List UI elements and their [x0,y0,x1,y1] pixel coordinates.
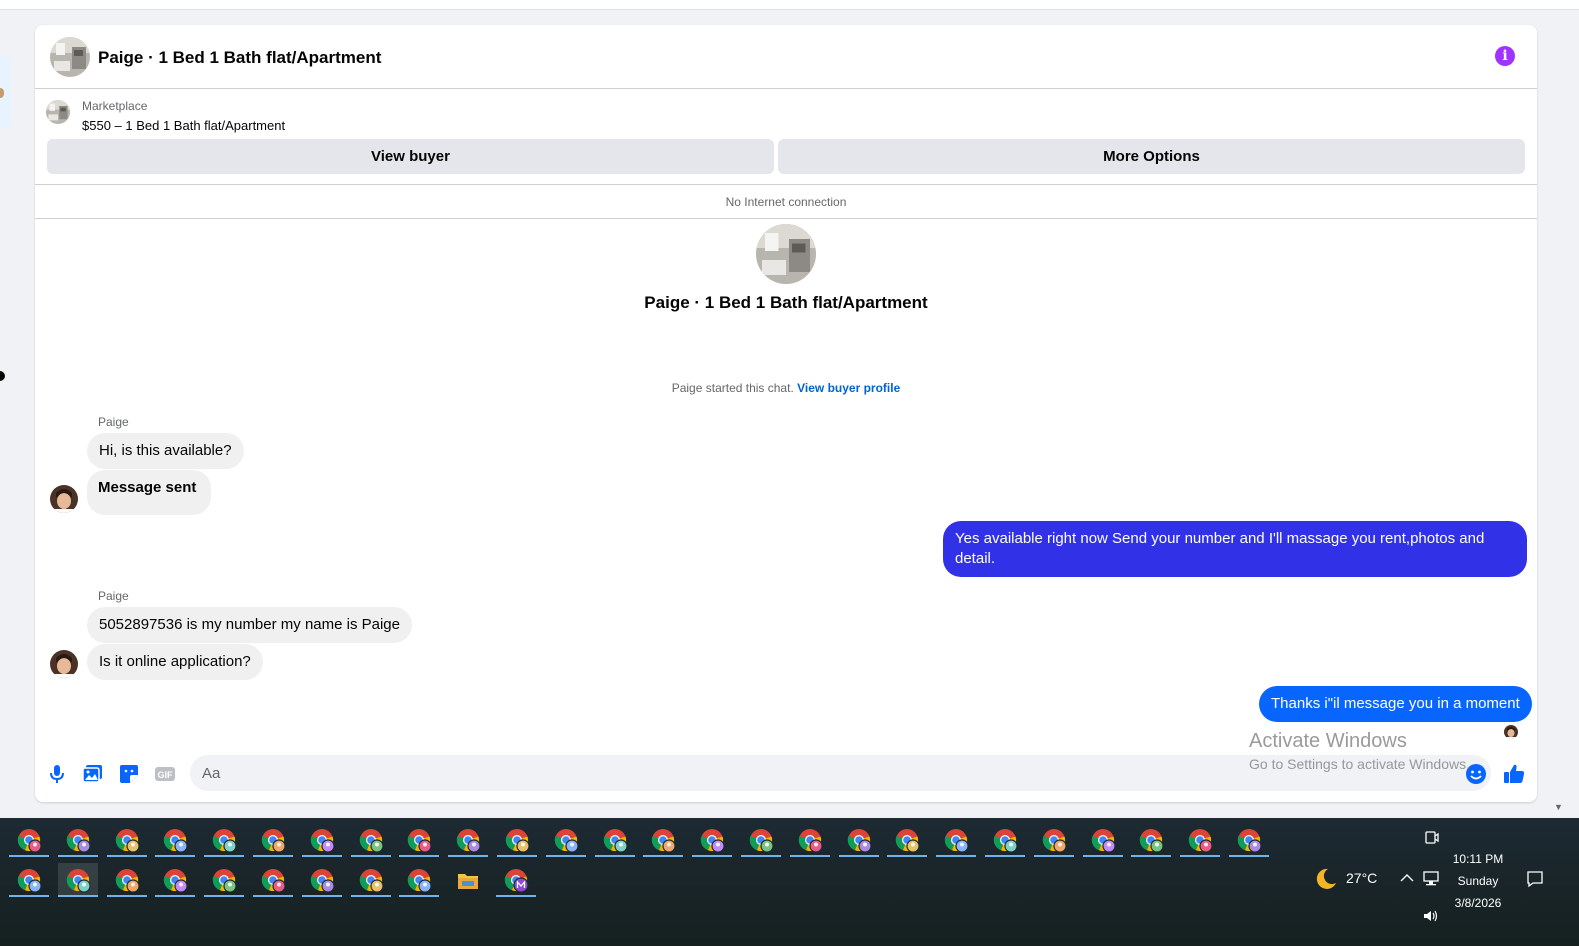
moon-icon[interactable] [1313,866,1339,892]
sender-avatar[interactable] [50,650,78,678]
info-icon[interactable]: i [1495,46,1515,66]
taskbar-chrome-icon[interactable] [1180,823,1221,857]
clock-time: 10:11 PM [1452,852,1504,866]
chat-window: Paige · 1 Bed 1 Bath flat/Apartment i Ma… [35,25,1537,802]
taskbar-clock[interactable]: 10:11 PM Sunday 3/8/2026 [1440,848,1516,914]
scroll-down-arrow-icon[interactable]: ▼ [1554,802,1563,812]
taskbar-chrome-icon[interactable] [887,823,928,857]
seen-receipt-avatar [1504,725,1518,739]
taskbar-chrome-icon[interactable] [301,863,342,897]
taskbar-chrome-icon[interactable] [9,823,49,857]
chat-started-notice: Paige started this chat. View buyer prof… [35,381,1537,395]
intro-listing-avatar [756,224,816,284]
taskbar-chrome-icon[interactable] [838,823,879,857]
taskbar-chrome-icon[interactable] [789,823,830,857]
message-sender: Paige [98,589,129,603]
listing-avatar[interactable] [50,37,90,77]
taskbar-chrome-icon[interactable] [106,823,147,857]
taskbar-chrome-icon[interactable] [448,823,489,857]
view-buyer-button[interactable]: View buyer [47,139,774,174]
message-sender: Paige [98,415,129,429]
taskbar-chrome-icon[interactable] [350,823,391,857]
chat-started-text: Paige started this chat. [671,381,794,395]
speaker-icon[interactable] [1422,908,1440,924]
taskbar-chrome-icon[interactable] [399,863,440,897]
incoming-message[interactable]: Hi, is this available? [87,433,244,469]
taskbar-chrome-icon[interactable] [1229,823,1269,857]
taskbar-chrome-icon[interactable] [57,823,98,857]
meet-now-icon[interactable] [1424,829,1440,847]
taskbar-chrome-icon[interactable] [301,823,342,857]
photo-icon[interactable] [80,761,106,787]
thumbs-up-icon[interactable] [1501,761,1527,787]
taskbar-chrome-icon[interactable] [399,823,440,857]
clock-date: 3/8/2026 [1454,896,1502,910]
incoming-message[interactable]: 5052897536 is my number my name is Paige [87,607,412,643]
taskbar-chrome-icon[interactable] [985,823,1025,857]
taskbar-chrome-icon[interactable] [350,863,391,897]
taskbar-chrome-icon[interactable] [155,823,196,857]
chevron-up-icon[interactable] [1399,871,1415,885]
network-icon[interactable] [1422,869,1440,887]
incoming-message[interactable]: Is it online application? [87,644,263,680]
taskbar-chrome-icon[interactable] [936,823,977,857]
browser-top-strip [0,0,1579,10]
svg-text:GIF: GIF [158,770,174,780]
taskbar-chrome-icon[interactable] [545,823,586,857]
intro-title: Paige · 1 Bed 1 Bath flat/Apartment [644,293,928,312]
taskbar-chrome-icon[interactable] [1033,823,1074,857]
taskbar-chrome-icon[interactable] [643,823,684,857]
taskbar-chrome-icon[interactable] [9,863,49,897]
microphone-icon[interactable] [44,761,70,787]
taskbar-chrome-icon[interactable] [1131,823,1172,857]
chat-header: Paige · 1 Bed 1 Bath flat/Apartment i [35,25,1537,89]
taskbar-chrome-icon[interactable] [692,823,733,857]
windows-taskbar [0,818,1579,946]
message-input[interactable] [190,755,1491,791]
message-composer: GIF [35,750,1537,802]
taskbar-chrome-icon[interactable] [1082,823,1123,857]
folder-icon[interactable] [447,863,487,897]
chat-title[interactable]: Paige · 1 Bed 1 Bath flat/Apartment [98,48,381,68]
taskbar-chrome-icon[interactable] [57,863,98,897]
listing-thumbnail[interactable] [46,100,70,124]
taskbar-chrome-icon[interactable] [155,863,196,897]
taskbar-chrome-icon[interactable] [253,863,293,897]
outgoing-message[interactable]: Thanks i"il message you in a moment [1259,686,1532,722]
connection-status: No Internet connection [35,185,1537,219]
taskbar-chrome-icon[interactable] [204,863,245,897]
clock-day: Sunday [1457,874,1499,888]
incoming-message[interactable]: Message sent [87,470,212,515]
outgoing-message[interactable]: Yes available right now Send your number… [943,521,1527,577]
sidebar-edge-marker [0,371,5,381]
taskbar-chrome-icon[interactable] [594,823,635,857]
taskbar-chrome-icon[interactable] [741,823,781,857]
taskbar-chrome-icon[interactable] [106,863,147,897]
taskbar-chrome-profile-icon[interactable] [496,863,536,897]
gif-icon[interactable]: GIF [152,761,178,787]
sticker-icon[interactable] [116,761,142,787]
taskbar-chrome-icon[interactable] [204,823,245,857]
listing-title[interactable]: $550 – 1 Bed 1 Bath flat/Apartment [82,118,285,133]
taskbar-chrome-icon[interactable] [497,823,537,857]
notification-icon[interactable] [1525,869,1545,889]
taskbar-chrome-icon[interactable] [253,823,293,857]
listing-source: Marketplace [82,99,148,113]
more-options-button[interactable]: More Options [778,139,1525,174]
listing-banner: Marketplace $550 – 1 Bed 1 Bath flat/Apa… [35,89,1537,185]
weather-temperature[interactable]: 27°C [1346,870,1377,886]
sender-avatar[interactable] [50,485,78,513]
emoji-icon[interactable] [1463,761,1489,787]
view-buyer-profile-link[interactable]: View buyer profile [797,381,900,395]
